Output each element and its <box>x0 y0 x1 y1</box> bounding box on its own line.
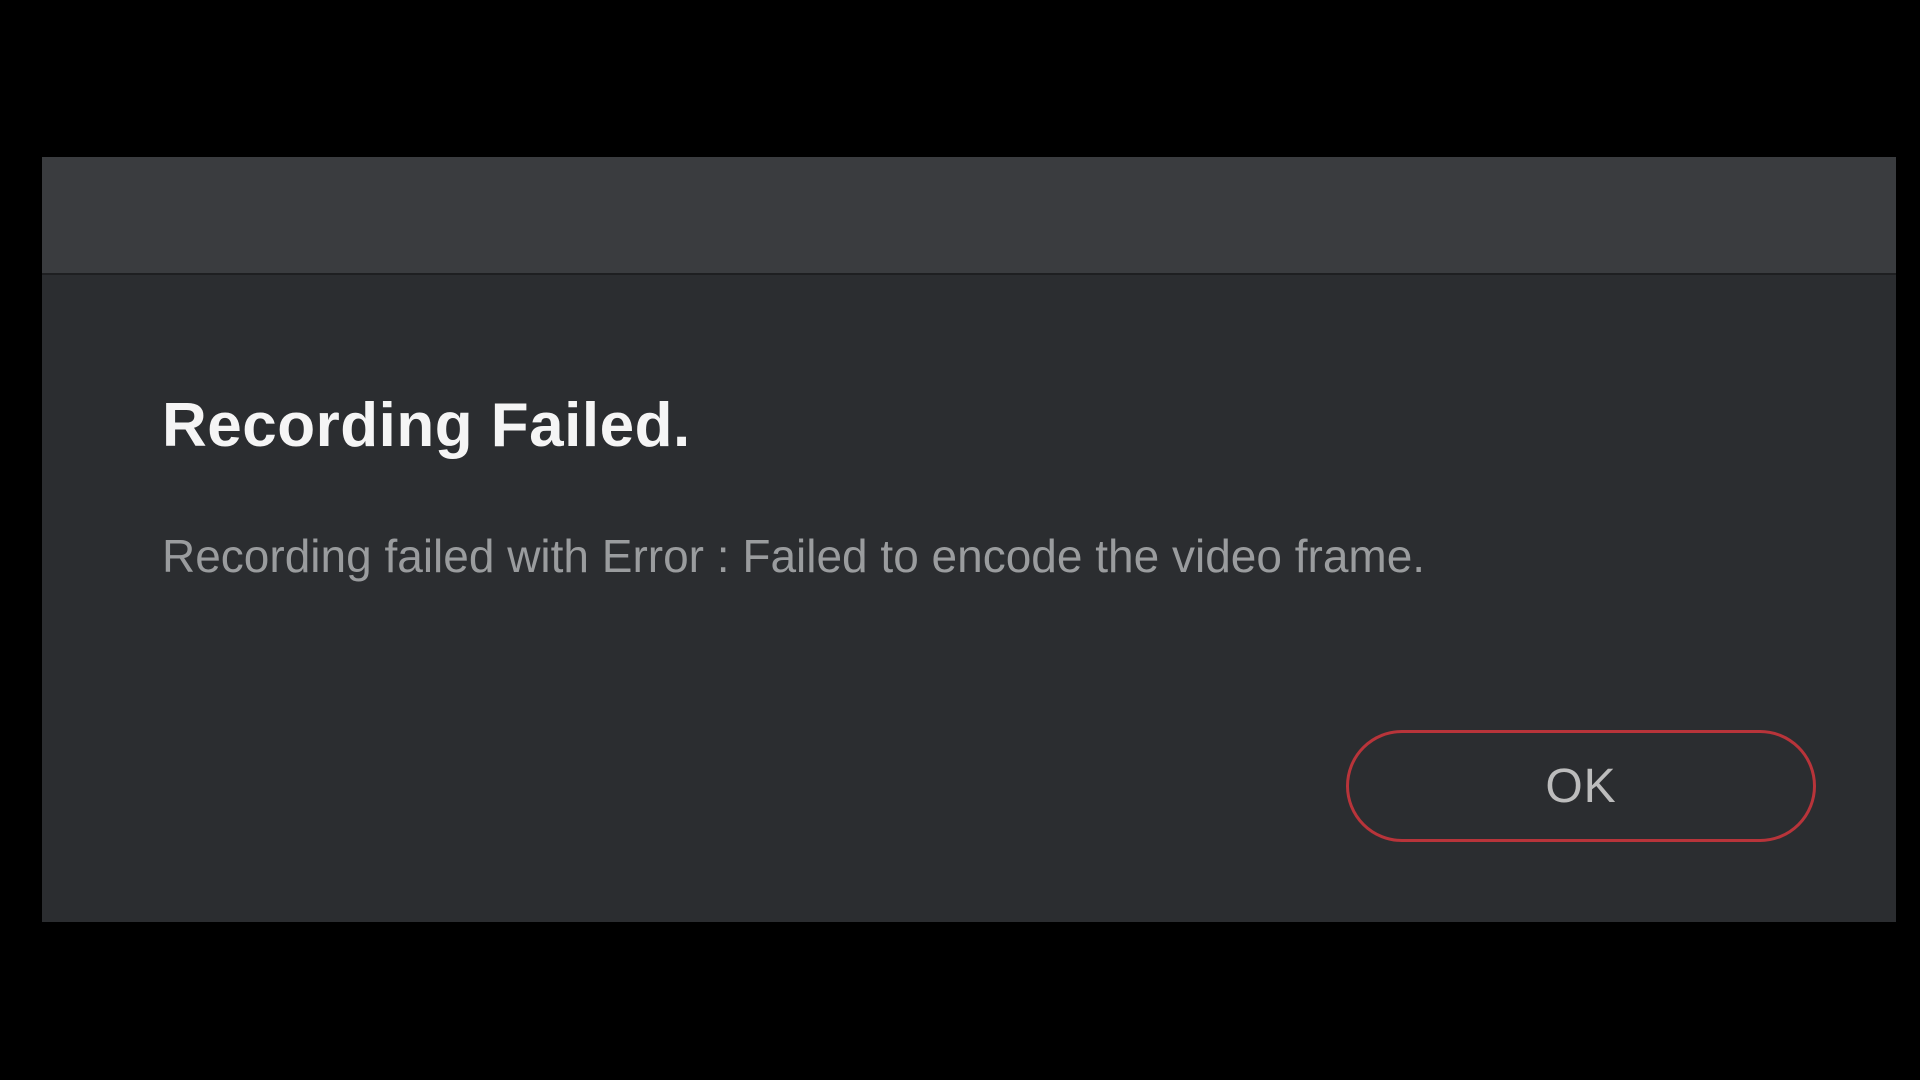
dialog-message: Recording failed with Error : Failed to … <box>162 529 1776 583</box>
dialog-actions: OK <box>1346 730 1816 842</box>
dialog-title: Recording Failed. <box>162 390 1776 461</box>
error-dialog: Recording Failed. Recording failed with … <box>42 157 1896 922</box>
dialog-body: Recording Failed. Recording failed with … <box>42 275 1896 583</box>
ok-button[interactable]: OK <box>1346 730 1816 842</box>
dialog-title-bar <box>42 157 1896 275</box>
